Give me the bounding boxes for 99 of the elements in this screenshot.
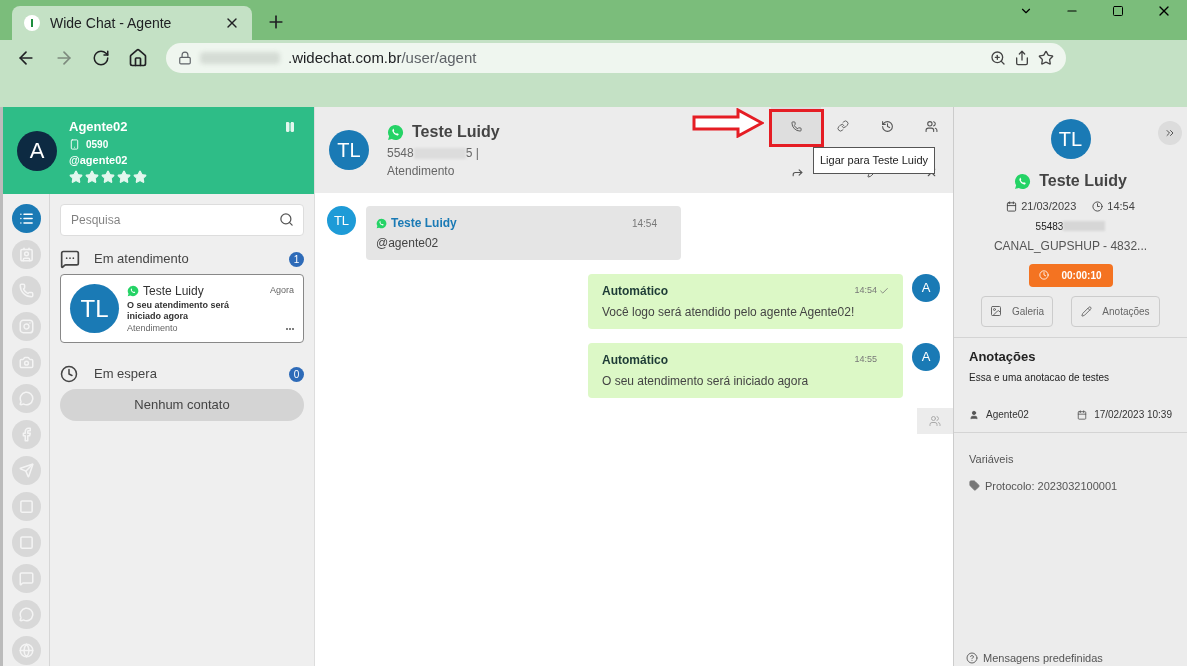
phone-icon	[69, 138, 80, 150]
zoom-icon[interactable]	[990, 50, 1006, 66]
contact-card[interactable]: TL Teste Luidy Agora O seu atendimento será iniciado agora Atendimento	[60, 274, 304, 343]
count-badge: 1	[289, 251, 304, 267]
lock-icon	[178, 51, 192, 65]
channel-button[interactable]	[11, 204, 41, 233]
calendar-icon	[1077, 409, 1088, 420]
clock-icon	[60, 365, 78, 383]
variable-text: Protocolo: 2023032100001	[985, 478, 1118, 494]
pause-icon[interactable]	[284, 121, 296, 133]
users-icon	[924, 119, 938, 133]
chat-bubble-icon	[60, 249, 80, 269]
clock-icon	[1092, 200, 1104, 212]
reload-icon[interactable]	[92, 49, 110, 67]
image-icon	[989, 305, 1002, 317]
participants-button[interactable]	[917, 408, 953, 434]
channel-name: CANAL_GUPSHUP - 4832...	[993, 237, 1148, 255]
clock-icon	[1039, 270, 1050, 280]
extension-text: 0590	[86, 137, 109, 152]
message-text: @agente02	[376, 235, 440, 252]
user-icon	[969, 409, 979, 420]
star-icon	[85, 170, 99, 184]
sender-avatar: TL	[327, 206, 356, 235]
chat-icon	[18, 571, 34, 586]
browser-tab[interactable]: Wide Chat - Agente	[12, 6, 252, 40]
arrow-annotation	[692, 108, 764, 138]
message-preview: O seu atendimento será iniciado agora	[127, 299, 231, 322]
phone-number: 5 |	[465, 145, 479, 162]
message-text: Você logo será atendido pelo agente Agente02!	[602, 304, 856, 321]
star-icon	[69, 170, 83, 184]
notes-title: Anotações	[969, 347, 1037, 366]
share-icon[interactable]	[1014, 50, 1030, 66]
square-icon	[1112, 5, 1124, 17]
calendar-icon	[1006, 200, 1018, 212]
double-chevron-icon	[1164, 127, 1176, 139]
empty-state: Nenhum contato	[60, 389, 304, 421]
search-field[interactable]: Pesquisa	[60, 204, 304, 236]
contact-name: Teste Luidy	[412, 122, 500, 142]
contact-name: Teste Luidy	[1039, 171, 1127, 191]
message-time: 14:55	[854, 353, 877, 367]
contacts-icon	[18, 247, 34, 262]
section-title: Em atendimento	[94, 250, 190, 269]
sender-avatar: A	[912, 274, 940, 302]
tab-title: Wide Chat - Agente	[50, 13, 173, 33]
timer-badge: 00:00:10	[1028, 263, 1113, 287]
help-icon	[966, 652, 978, 664]
contact-avatar: TL	[70, 284, 119, 333]
history-icon	[880, 119, 894, 133]
contact-time: 14:54	[1107, 199, 1135, 214]
info-icon	[24, 15, 40, 31]
phone-icon	[790, 120, 802, 132]
search-icon	[279, 212, 294, 227]
web-icon	[18, 643, 34, 658]
messenger-icon	[18, 391, 34, 406]
address-bar[interactable]: .widechat.com.br/user/agent	[166, 43, 1066, 73]
star-icon	[117, 170, 131, 184]
sender-name: Automático	[602, 283, 669, 300]
home-icon[interactable]	[128, 48, 148, 68]
highlight-box	[769, 109, 824, 147]
count-badge: 0	[289, 366, 304, 382]
instagram-icon	[18, 319, 34, 334]
note-author: Agente02	[986, 408, 1030, 422]
phone-number: 5548	[387, 145, 414, 162]
notes-button[interactable]: Anotações	[1071, 295, 1160, 327]
predefined-messages-link[interactable]: Mensagens predefinidas	[983, 649, 1103, 666]
phone-number: 55483	[1035, 219, 1064, 234]
star-icon	[133, 170, 147, 184]
tag-icon	[969, 480, 980, 492]
variables-title: Variáveis	[969, 452, 1015, 467]
agent-name: Agente02	[69, 118, 129, 136]
collapse-button[interactable]	[1158, 121, 1182, 145]
agent-avatar: A	[17, 130, 57, 171]
gallery-button[interactable]: Galeria	[981, 295, 1053, 327]
url-text: .widechat.com.br/user/agent	[288, 47, 477, 68]
star-icon	[101, 170, 115, 184]
bookmark-icon[interactable]	[1038, 50, 1054, 66]
contact-time: Agora	[269, 284, 294, 297]
note-date: 17/02/2023 10:39	[1094, 408, 1172, 422]
link-icon	[837, 120, 849, 132]
pencil-icon	[1081, 305, 1093, 317]
sender-name: Teste Luidy	[391, 215, 458, 232]
contact-status: Atendimento	[127, 321, 179, 335]
contact-date: 21/03/2023	[1021, 199, 1077, 214]
list-icon	[18, 211, 34, 226]
contact-avatar: TL	[329, 130, 369, 170]
section-title: Em espera	[94, 365, 158, 384]
message-time: 14:54	[854, 284, 877, 298]
message-time: 14:54	[631, 216, 657, 231]
sender-name: Automático	[602, 352, 669, 369]
message-text: O seu atendimento será iniciado agora	[602, 373, 810, 390]
agent-handle: @agente02	[69, 152, 129, 168]
contact-avatar: TL	[1050, 119, 1091, 159]
note-text: Essa e uma anotacao de testes	[969, 371, 1111, 385]
sender-avatar: A	[912, 343, 940, 371]
chat-status: Atendimento	[387, 163, 456, 180]
tooltip: Ligar para Teste Luidy	[813, 147, 936, 174]
contact-name: Teste Luidy	[143, 282, 205, 300]
telegram-icon	[18, 463, 34, 478]
users-icon	[929, 415, 941, 427]
